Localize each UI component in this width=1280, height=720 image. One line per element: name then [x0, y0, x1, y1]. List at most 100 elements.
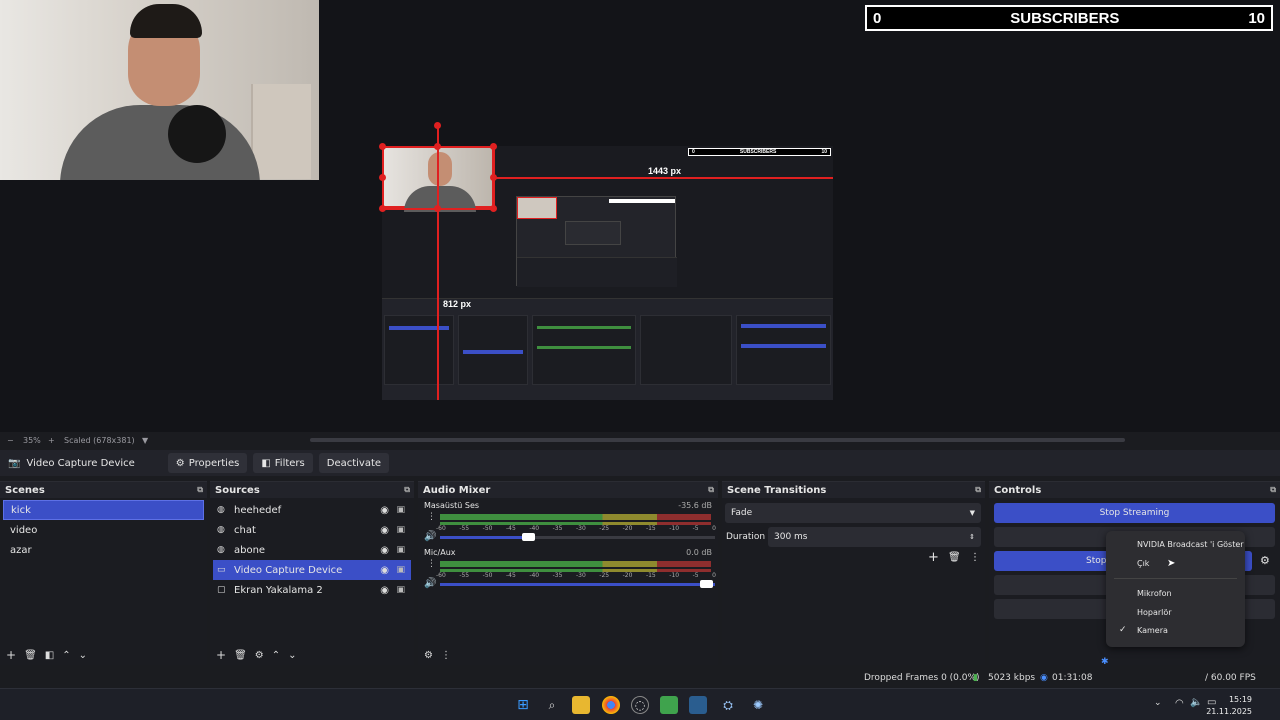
resize-handle-tl[interactable] — [379, 143, 386, 150]
duration-spinbox[interactable]: 300 ms ⇕ — [768, 527, 981, 547]
volume-slider[interactable] — [440, 583, 715, 586]
speaker-icon[interactable]: 🔊 — [424, 578, 436, 589]
bitrate: 5023 kbps — [988, 673, 1036, 683]
advanced-audio-icon[interactable]: ⚙ — [424, 650, 433, 661]
eye-icon[interactable]: ◉ — [380, 545, 389, 556]
lock-icon[interactable]: ▣ — [396, 505, 405, 515]
scenes-dock: Scenes ⧉ kick video azar + 🗑 ◧ ⌃ ⌄ — [0, 481, 207, 665]
chrome-icon[interactable] — [602, 696, 620, 714]
app-blue-icon[interactable] — [689, 696, 707, 714]
move-down-icon[interactable]: ⌄ — [79, 650, 87, 661]
wifi-icon[interactable]: ◠ — [1175, 698, 1184, 709]
source-settings-icon[interactable]: ⚙ — [255, 650, 264, 661]
duration-label: Duration — [726, 532, 766, 542]
resize-handle-br[interactable] — [490, 205, 497, 212]
scene-filters-icon[interactable]: ◧ — [45, 650, 54, 661]
obs-icon[interactable]: ◌ — [631, 696, 649, 714]
eye-icon[interactable]: ◉ — [380, 525, 389, 536]
undock-icon[interactable]: ⧉ — [975, 485, 981, 495]
clock-date: 21.11.2025 — [1206, 707, 1252, 716]
source-item-heehedef[interactable]: ◍ heehedef ◉ ▣ — [213, 500, 411, 520]
steam-icon[interactable]: ⛭ — [719, 696, 737, 714]
dropped-frames: Dropped Frames 0 (0.0%) — [864, 673, 980, 683]
deactivate-button[interactable]: Deactivate — [318, 453, 390, 473]
add-transition-icon[interactable]: + — [928, 550, 939, 565]
tray-context-menu: NVIDIA Broadcast 'i Göster Çık ➤ Mikrofo… — [1106, 531, 1245, 647]
meter-ticks: -60 -55 -50 -45 -40 -35 -30 -25 -20 -15 -10 -5 0 — [436, 525, 716, 532]
resize-handle-tr[interactable] — [490, 143, 497, 150]
move-up-icon[interactable]: ⌃ — [272, 650, 280, 661]
menu-item-show-nvidia-broadcast[interactable]: NVIDIA Broadcast 'i Göster — [1137, 540, 1244, 549]
scene-item-azar[interactable]: azar — [3, 540, 204, 560]
add-source-icon[interactable]: + — [216, 648, 226, 662]
resize-handle-b[interactable] — [434, 205, 441, 212]
menu-item-quit[interactable]: Çık — [1137, 559, 1149, 568]
mixer-menu-icon[interactable]: ⋮ — [441, 650, 451, 661]
app-gear-icon[interactable]: ✺ — [749, 696, 767, 714]
move-up-icon[interactable]: ⌃ — [62, 650, 70, 661]
level-meter — [440, 561, 711, 567]
screen-capture-source[interactable]: 0 SUBSCRIBERS 10 — [382, 146, 833, 400]
volume-icon[interactable]: 🔈 — [1190, 697, 1202, 708]
windows-start-icon[interactable]: ⊞ — [514, 696, 532, 714]
delete-source-icon[interactable]: 🗑 — [234, 650, 247, 661]
delete-scene-icon[interactable]: 🗑 — [24, 650, 37, 661]
volume-slider[interactable] — [440, 536, 715, 539]
zoom-out-button[interactable]: − — [7, 436, 14, 445]
chevron-up-icon[interactable]: ⌄ — [1154, 698, 1162, 708]
mini-subscriber-overlay: 0 SUBSCRIBERS 10 — [688, 148, 831, 156]
lock-icon[interactable]: ▣ — [396, 545, 405, 555]
preview-canvas[interactable]: 0 SUBSCRIBERS 10 0 SUBSCRIBERS 10 1443 px — [0, 0, 1280, 432]
undock-icon[interactable]: ⧉ — [404, 485, 410, 495]
app-green-icon[interactable] — [660, 696, 678, 714]
volume-knob[interactable] — [700, 580, 713, 588]
filters-button[interactable]: ◧ Filters — [253, 453, 313, 473]
source-item-abone[interactable]: ◍ abone ◉ ▣ — [213, 540, 411, 560]
subscriber-counter-overlay: 0 SUBSCRIBERS 10 — [865, 5, 1273, 31]
gear-icon[interactable]: ⚙ — [1260, 554, 1270, 567]
delete-transition-icon[interactable]: 🗑 — [948, 552, 961, 563]
file-explorer-icon[interactable] — [572, 696, 590, 714]
lock-icon[interactable]: ▣ — [396, 565, 405, 575]
audio-mixer-dock: Audio Mixer ⧉ Masaüstü Ses -35.6 dB ⋮ -60… — [418, 481, 718, 665]
channel-menu-icon[interactable]: ⋮ — [427, 512, 436, 522]
lock-icon[interactable]: ▣ — [396, 525, 405, 535]
add-scene-icon[interactable]: + — [6, 648, 16, 662]
menu-item-speaker[interactable]: Hoparlör — [1137, 608, 1172, 617]
source-item-chat[interactable]: ◍ chat ◉ ▣ — [213, 520, 411, 540]
lock-icon[interactable]: ▣ — [396, 585, 405, 595]
horizontal-scrollbar[interactable] — [310, 438, 1125, 442]
resize-handle-t[interactable] — [434, 143, 441, 150]
transition-menu-icon[interactable]: ⋮ — [970, 552, 980, 563]
transition-type-select[interactable]: Fade ▼ — [725, 503, 981, 523]
volume-knob[interactable] — [522, 533, 535, 541]
eye-icon[interactable]: ◉ — [380, 505, 389, 516]
stop-streaming-button[interactable]: Stop Streaming — [994, 503, 1275, 523]
globe-icon: ◍ — [217, 545, 225, 555]
zoom-in-button[interactable]: + — [48, 436, 55, 445]
move-down-icon[interactable]: ⌄ — [288, 650, 296, 661]
speaker-icon[interactable]: 🔊 — [424, 531, 436, 542]
search-icon[interactable]: ⌕ — [543, 696, 561, 714]
menu-item-camera[interactable]: Kamera — [1137, 626, 1168, 635]
scene-item-video[interactable]: video — [3, 520, 204, 540]
monitor-icon: ▢ — [217, 585, 226, 595]
undock-icon[interactable]: ⧉ — [708, 485, 714, 495]
menu-item-microphone[interactable]: Mikrofon — [1137, 589, 1172, 598]
undock-icon[interactable]: ⧉ — [1270, 485, 1276, 495]
source-label: Ekran Yakalama 2 — [234, 584, 323, 596]
resize-handle-r[interactable] — [490, 174, 497, 181]
scene-item-kick[interactable]: kick — [3, 500, 204, 520]
rotate-handle[interactable] — [434, 122, 441, 129]
source-item-video-capture-device[interactable]: ▭ Video Capture Device ◉ ▣ — [213, 560, 411, 580]
scale-dropdown-icon[interactable]: ▼ — [142, 436, 148, 445]
resize-handle-l[interactable] — [379, 174, 386, 181]
undock-icon[interactable]: ⧉ — [197, 485, 203, 495]
properties-button[interactable]: ⚙ Properties — [167, 453, 248, 473]
channel-menu-icon[interactable]: ⋮ — [427, 559, 436, 569]
system-clock[interactable]: 15:19 21.11.2025 — [1206, 694, 1252, 718]
eye-icon[interactable]: ◉ — [380, 585, 389, 596]
resize-handle-bl[interactable] — [379, 205, 386, 212]
eye-icon[interactable]: ◉ — [380, 565, 389, 576]
source-item-ekran-yakalama-2[interactable]: ▢ Ekran Yakalama 2 ◉ ▣ — [213, 580, 411, 600]
